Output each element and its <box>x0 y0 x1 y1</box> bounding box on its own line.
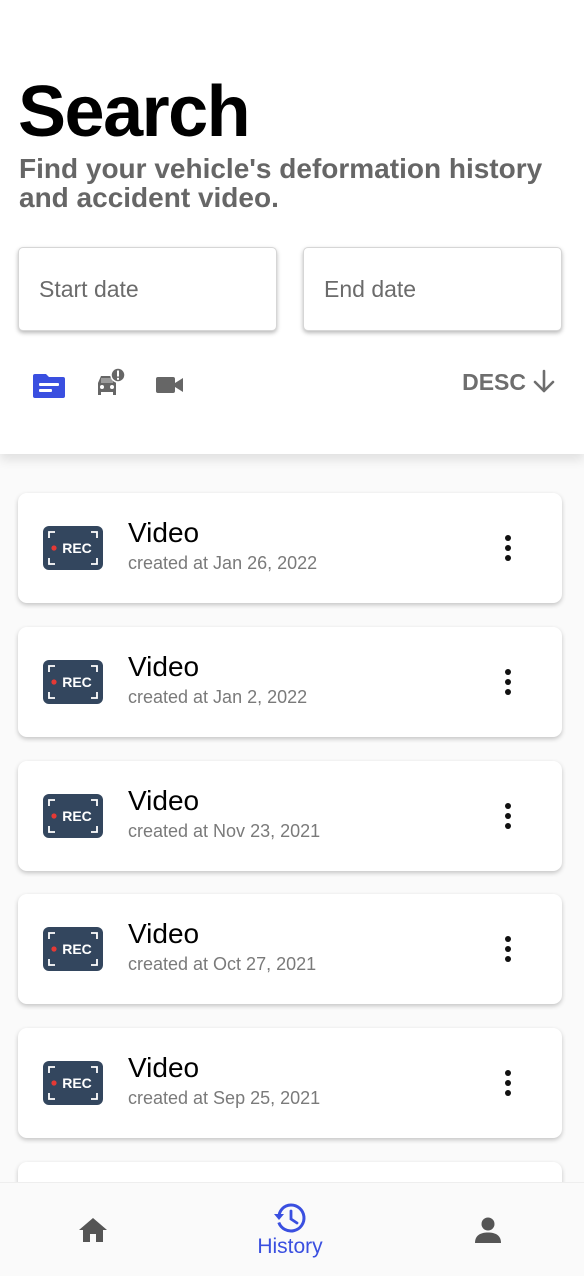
end-date-field[interactable] <box>303 247 562 331</box>
item-title: Video <box>128 517 200 548</box>
item-date: created at Jan 26, 2022 <box>128 553 318 573</box>
person-icon <box>475 1217 501 1243</box>
more-options-button[interactable] <box>494 662 522 702</box>
more-options-button[interactable] <box>494 796 522 836</box>
list-item[interactable]: REC Video created at Jan 26, 2022 <box>18 493 562 603</box>
more-vertical-icon <box>505 803 511 829</box>
list-item[interactable]: REC Video created at Oct 27, 2021 <box>18 894 562 1004</box>
item-title: Video <box>128 918 200 949</box>
end-date-input[interactable] <box>304 248 561 330</box>
filter-video-button[interactable] <box>152 367 188 403</box>
bottom-navigation: History <box>0 1182 584 1276</box>
svg-text:REC: REC <box>62 540 92 556</box>
item-title: Video <box>128 785 200 816</box>
item-date: created at Nov 23, 2021 <box>128 821 321 841</box>
more-vertical-icon <box>505 936 511 962</box>
rec-video-icon: REC <box>43 794 103 838</box>
document-icon <box>33 374 65 398</box>
start-date-field[interactable] <box>18 247 277 331</box>
list-item-partial[interactable] <box>18 1162 562 1182</box>
history-icon <box>274 1202 306 1232</box>
sort-label: DESC <box>462 368 526 395</box>
page-title: Search <box>18 72 251 152</box>
item-date: created at Jan 2, 2022 <box>128 687 308 707</box>
list-item[interactable]: REC Video created at Sep 25, 2021 <box>18 1028 562 1138</box>
video-camera-icon <box>156 377 183 393</box>
list-item[interactable]: REC Video created at Nov 23, 2021 <box>18 761 562 871</box>
page-subtitle: Find your vehicle's deformation history … <box>19 153 543 213</box>
nav-profile[interactable] <box>448 1183 528 1276</box>
more-options-button[interactable] <box>494 1063 522 1103</box>
list-item[interactable]: REC Video created at Jan 2, 2022 <box>18 627 562 737</box>
item-date: created at Oct 27, 2021 <box>128 954 317 974</box>
svg-text:REC: REC <box>62 1075 92 1091</box>
car-alert-icon <box>98 368 126 395</box>
more-options-button[interactable] <box>494 929 522 969</box>
search-header: Search Find your vehicle's deformation h… <box>0 0 584 454</box>
rec-video-icon: REC <box>43 526 103 570</box>
rec-video-icon: REC <box>43 1061 103 1105</box>
filter-all-button[interactable] <box>31 367 67 403</box>
nav-history-label: History <box>257 1234 323 1258</box>
nav-history[interactable]: History <box>240 1183 340 1276</box>
svg-text:REC: REC <box>62 808 92 824</box>
item-date: created at Sep 25, 2021 <box>128 1088 321 1108</box>
filter-accident-button[interactable] <box>92 367 128 403</box>
more-vertical-icon <box>505 1070 511 1096</box>
svg-text:REC: REC <box>62 674 92 690</box>
sort-toggle[interactable]: DESC <box>462 368 558 396</box>
more-vertical-icon <box>505 669 511 695</box>
item-title: Video <box>128 1052 200 1083</box>
more-vertical-icon <box>505 535 511 561</box>
start-date-input[interactable] <box>19 248 276 330</box>
more-options-button[interactable] <box>494 528 522 568</box>
nav-home[interactable] <box>53 1183 133 1276</box>
history-list[interactable]: REC Video created at Jan 26, 2022 REC Vi… <box>0 454 584 1182</box>
rec-video-icon: REC <box>43 660 103 704</box>
svg-text:REC: REC <box>62 941 92 957</box>
rec-video-icon: REC <box>43 927 103 971</box>
home-icon <box>79 1218 107 1242</box>
arrow-down-icon <box>533 369 555 393</box>
item-title: Video <box>128 651 200 682</box>
